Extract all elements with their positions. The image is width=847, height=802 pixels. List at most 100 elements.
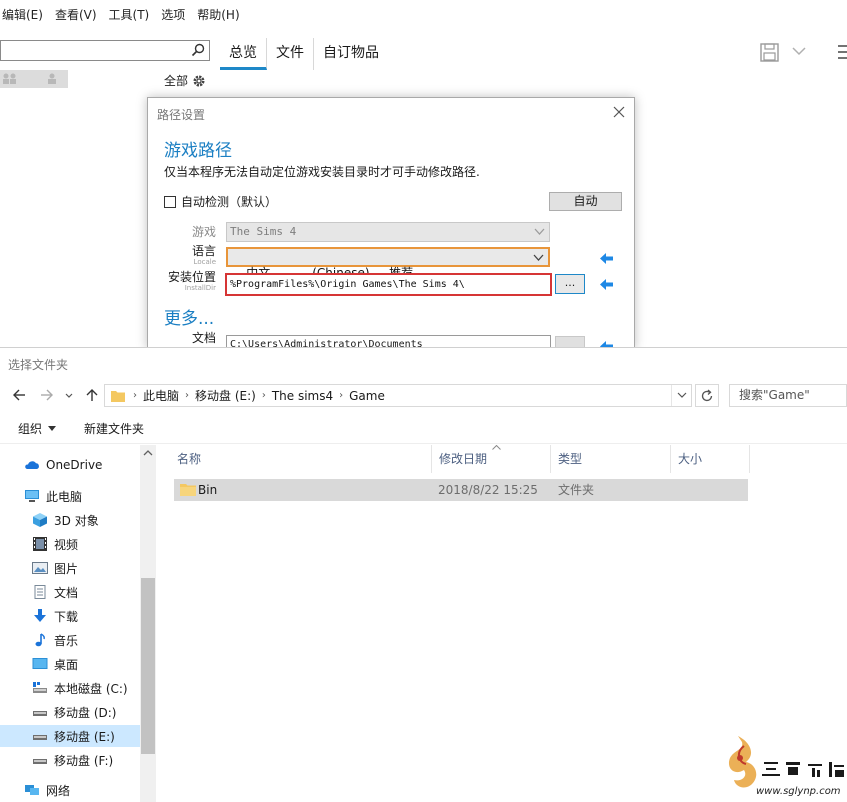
caret-down-icon — [48, 426, 57, 431]
arrow-left-icon — [600, 253, 613, 264]
tab-overview[interactable]: 总览 — [220, 38, 267, 70]
column-name[interactable]: 名称 — [170, 445, 432, 473]
folder-browser-title: 选择文件夹 — [8, 358, 69, 372]
more-heading: 更多... — [164, 309, 215, 329]
arrow-left-icon — [600, 279, 613, 290]
dialog-title: 路径设置 — [157, 108, 206, 122]
tree-item-desktop[interactable]: 桌面 — [32, 653, 78, 675]
refresh-icon — [701, 389, 713, 402]
auto-detect-checkbox[interactable] — [164, 195, 176, 208]
recent-locations-icon[interactable] — [64, 388, 74, 402]
video-icon — [33, 537, 47, 551]
table-row[interactable]: Bin 2018/8/22 15:25 文件夹 — [174, 479, 748, 501]
breadcrumb-this-pc[interactable]: 此电脑 — [137, 387, 185, 404]
tree-item-label: 此电脑 — [46, 489, 83, 504]
tab-files[interactable]: 文件 — [267, 38, 314, 70]
network-icon — [25, 785, 39, 795]
tree-scrollbar[interactable] — [140, 445, 156, 802]
people-icon — [3, 73, 16, 84]
tree-item-label: 本地磁盘 (C:) — [54, 681, 128, 696]
tree-item-label: 桌面 — [54, 657, 79, 672]
tree-item-network[interactable]: 网络 — [24, 779, 70, 801]
tree-item-drive-e[interactable]: 移动盘 (E:) — [0, 725, 140, 747]
auto-detect-row: 自动检测（默认） — [164, 193, 277, 210]
game-path-description: 仅当本程序无法自动定位游戏安装目录时才可手动修改路径. — [164, 165, 480, 179]
music-icon — [35, 633, 45, 647]
toolbar-button-1[interactable] — [0, 70, 34, 88]
svg-text:www.sglynp.com: www.sglynp.com — [756, 786, 841, 797]
tab-custom-content[interactable]: 自订物品 — [314, 38, 388, 70]
browse-button[interactable]: ... — [555, 274, 585, 294]
install-label: 安装位置 — [167, 270, 216, 284]
tree-item-drive-d[interactable]: 移动盘 (D:) — [32, 701, 116, 723]
tree-scrollbar-thumb[interactable] — [141, 578, 155, 754]
gear-icon[interactable] — [192, 74, 206, 88]
drive-icon — [33, 711, 47, 716]
tree-item-label: 网络 — [46, 783, 71, 798]
breadcrumb-drive-e[interactable]: 移动盘 (E:) — [189, 387, 262, 404]
tree-item-local-disk-c[interactable]: 本地磁盘 (C:) — [32, 677, 128, 699]
install-path-input[interactable]: %ProgramFiles%\Origin Games\The Sims 4\ — [225, 273, 552, 296]
breadcrumb-game[interactable]: Game — [343, 389, 391, 403]
language-select[interactable]: 中文 (Chinese) - 推荐 — [226, 247, 550, 280]
back-arrow-icon[interactable] — [12, 388, 26, 402]
forward-arrow-icon[interactable] — [40, 388, 54, 402]
system-drive-icon — [33, 682, 47, 693]
menu-bar: 编辑(E) 查看(V) 工具(T) 选项 帮助(H) — [0, 0, 847, 28]
toolbar-button-2[interactable] — [34, 70, 68, 88]
tree-item-label: 移动盘 (D:) — [54, 705, 117, 720]
address-dropdown[interactable] — [671, 385, 691, 406]
new-folder-button[interactable]: 新建文件夹 — [84, 420, 144, 437]
filter-all[interactable]: 全部 — [164, 72, 206, 89]
language-label-block: 语言 Locale — [156, 244, 216, 266]
menu-edit[interactable]: 编辑(E) — [0, 6, 51, 23]
chevron-down-icon[interactable] — [792, 46, 806, 56]
tree-item-label: 移动盘 (E:) — [54, 729, 115, 744]
sort-caret-icon — [492, 445, 501, 450]
tree-item-downloads[interactable]: 下载 — [32, 605, 78, 627]
cloud-icon — [25, 461, 39, 469]
mod-search-input[interactable] — [0, 40, 210, 61]
menu-view[interactable]: 查看(V) — [47, 6, 105, 23]
column-size[interactable]: 大小 — [671, 445, 750, 473]
tree-item-label: 图片 — [54, 561, 79, 576]
chevron-up-icon[interactable] — [143, 450, 153, 456]
language-label: 语言 — [191, 244, 216, 258]
refresh-button[interactable] — [695, 384, 719, 407]
column-type[interactable]: 类型 — [551, 445, 671, 473]
install-sublabel: InstallDir — [184, 284, 216, 292]
language-sublabel: Locale — [193, 258, 216, 266]
menu-tools[interactable]: 工具(T) — [101, 6, 158, 23]
address-bar[interactable]: › 此电脑 › 移动盘 (E:) › The sims4 › Game — [104, 384, 692, 407]
menu-options[interactable]: 选项 — [153, 6, 193, 23]
close-icon[interactable] — [611, 104, 627, 120]
breadcrumb-the-sims4[interactable]: The sims4 — [266, 389, 339, 403]
game-label-block: 游戏 — [156, 225, 216, 239]
tree-item-drive-f[interactable]: 移动盘 (F:) — [32, 749, 113, 771]
folder-search-input[interactable]: 搜索"Game" — [729, 384, 847, 407]
organize-button[interactable]: 组织 — [18, 420, 57, 437]
tree-item-label: 下载 — [54, 609, 79, 624]
computer-icon — [25, 490, 39, 502]
picture-icon — [32, 562, 48, 574]
tree-item-pictures[interactable]: 图片 — [32, 557, 78, 579]
auto-button[interactable]: 自动 — [549, 192, 622, 211]
menu-icon[interactable] — [838, 45, 847, 59]
navigation-tree: OneDrive 此电脑 3D 对象 视频 图片 文档 下载 音乐 桌面 本地磁… — [0, 445, 156, 802]
save-icon[interactable] — [760, 43, 779, 62]
tree-item-this-pc[interactable]: 此电脑 — [24, 485, 82, 507]
menu-help[interactable]: 帮助(H) — [189, 6, 247, 23]
game-label: 游戏 — [191, 225, 216, 239]
tree-item-label: 文档 — [54, 585, 79, 600]
tree-item-music[interactable]: 音乐 — [32, 629, 78, 651]
tree-item-label: 视频 — [54, 537, 79, 552]
tree-item-3d-objects[interactable]: 3D 对象 — [32, 509, 99, 531]
path-settings-dialog: 路径设置 游戏路径 仅当本程序无法自动定位游戏安装目录时才可手动修改路径. 自动… — [147, 97, 635, 349]
search-icon[interactable] — [191, 43, 205, 57]
tree-item-onedrive[interactable]: OneDrive — [24, 454, 102, 476]
tree-item-videos[interactable]: 视频 — [32, 533, 78, 555]
desktop-icon — [32, 658, 48, 669]
up-arrow-icon[interactable] — [85, 388, 99, 402]
tree-item-documents[interactable]: 文档 — [32, 581, 78, 603]
tree-item-label: 音乐 — [54, 633, 79, 648]
